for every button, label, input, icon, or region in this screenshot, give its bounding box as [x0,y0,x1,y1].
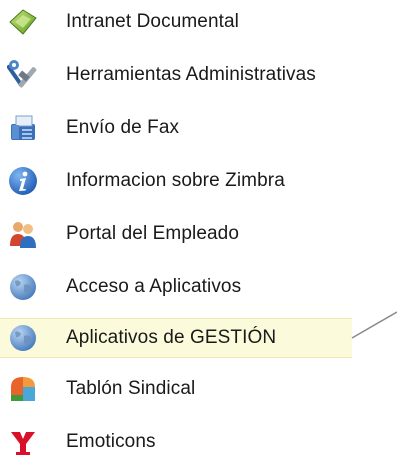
admin-tools-icon [7,59,39,91]
menu-item-label: Aplicativos de GESTIÓN [66,327,277,348]
menu-item-label: Portal del Empleado [66,223,240,244]
zimlet-menu: Intranet Documental Herramientas Adminis… [0,0,397,457]
employees-icon [7,218,39,250]
menu-item-label: Informacion sobre Zimbra [66,170,285,191]
menu-item-label: Acceso a Aplicativos [66,276,242,297]
bulletin-board-icon [7,373,39,405]
menu-item-intranet-documental[interactable]: Intranet Documental [0,4,397,40]
menu-item-herramientas-administrativas[interactable]: Herramientas Administrativas [0,57,397,93]
menu-item-informacion-zimbra[interactable]: Informacion sobre Zimbra [0,163,397,199]
menu-item-label: Envío de Fax [66,117,180,138]
menu-item-portal-del-empleado[interactable]: Portal del Empleado [0,216,397,252]
menu-item-emoticons[interactable]: Emoticons [0,424,397,457]
document-intranet-icon [7,6,39,38]
menu-item-label: Emoticons [66,431,156,452]
globe-icon [7,322,39,354]
menu-item-envio-de-fax[interactable]: Envío de Fax [0,110,397,146]
info-icon [7,165,39,197]
menu-item-label: Herramientas Administrativas [66,64,316,85]
menu-item-label: Intranet Documental [66,11,239,32]
yahoo-y-icon [7,426,39,457]
globe-icon [7,271,39,303]
menu-item-tablon-sindical[interactable]: Tablón Sindical [0,371,397,407]
menu-item-acceso-a-aplicativos[interactable]: Acceso a Aplicativos [0,269,397,305]
fax-machine-icon [7,112,39,144]
menu-item-aplicativos-de-gestion[interactable]: Aplicativos de GESTIÓN [0,318,352,358]
menu-item-label: Tablón Sindical [66,378,196,399]
